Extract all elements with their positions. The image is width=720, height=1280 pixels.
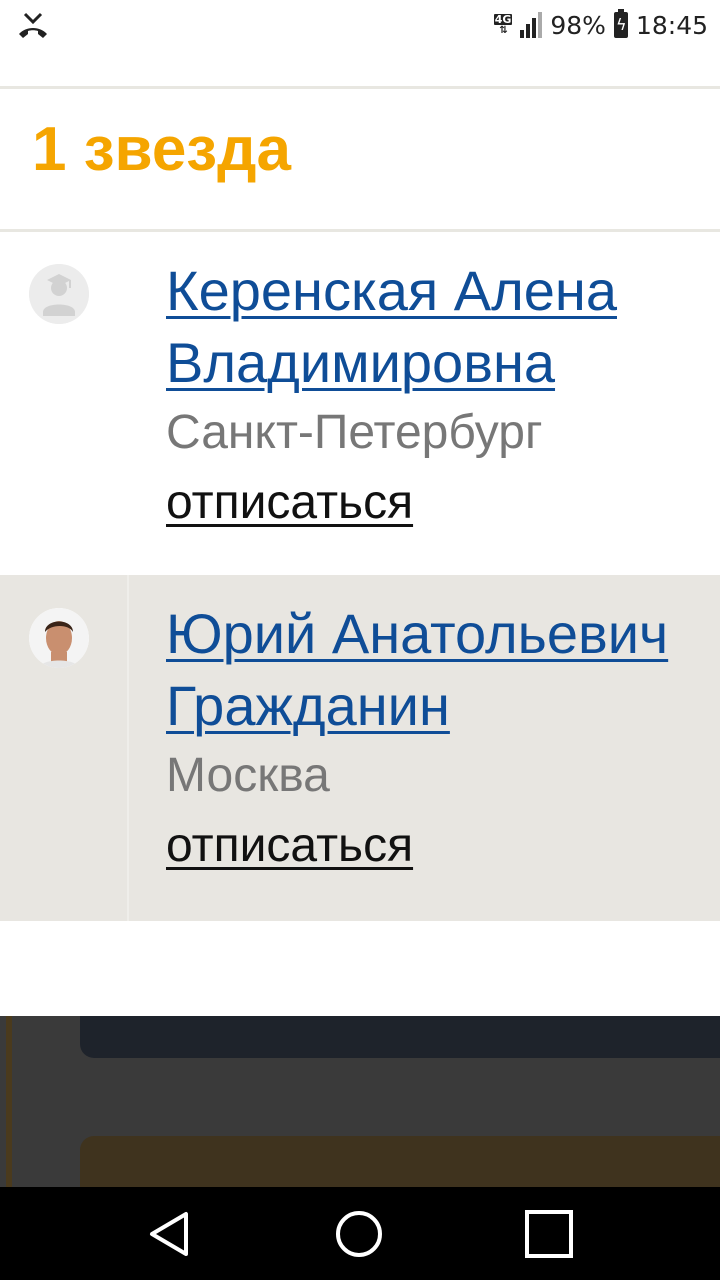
signal-icon <box>520 12 543 38</box>
back-icon[interactable] <box>146 1209 196 1259</box>
recents-icon[interactable] <box>524 1209 574 1259</box>
missed-call-icon <box>19 12 47 38</box>
default-user-avatar-icon <box>29 264 89 324</box>
avatar[interactable] <box>29 264 89 324</box>
column-divider <box>127 575 129 921</box>
person-name-link[interactable]: Керенская Алена <box>166 256 720 326</box>
person-city: Москва <box>166 749 330 802</box>
top-divider <box>0 86 720 89</box>
person-name-link[interactable]: Юрий Анатольевич <box>166 599 720 669</box>
clock: 18:45 <box>635 10 708 40</box>
battery-percent: 98% <box>550 10 606 40</box>
list-item: Юрий Анатольевич Гражданин Москва отписа… <box>0 575 720 921</box>
footer-card <box>80 1016 720 1058</box>
person-name-link[interactable]: Владимировна <box>166 328 720 398</box>
status-bar: 4G ⇅ 98% ϟ 18:45 <box>0 0 720 50</box>
person-name-link[interactable]: Гражданин <box>166 671 720 741</box>
footer-accent-strip <box>6 1016 12 1187</box>
navigation-bar <box>0 1187 720 1280</box>
network-type-icon: 4G ⇅ <box>493 13 513 36</box>
unsubscribe-link[interactable]: отписаться <box>166 468 413 538</box>
home-icon[interactable] <box>334 1209 384 1259</box>
unsubscribe-link[interactable]: отписаться <box>166 811 413 881</box>
battery-icon: ϟ <box>613 9 628 38</box>
section-title: 1 звезда <box>32 115 291 184</box>
list-item: Керенская Алена Владимировна Санкт-Петер… <box>0 232 720 578</box>
avatar[interactable] <box>29 608 89 668</box>
person-city: Санкт-Петербург <box>166 406 543 459</box>
footer-area <box>0 1016 720 1196</box>
user-photo-icon <box>29 608 89 668</box>
